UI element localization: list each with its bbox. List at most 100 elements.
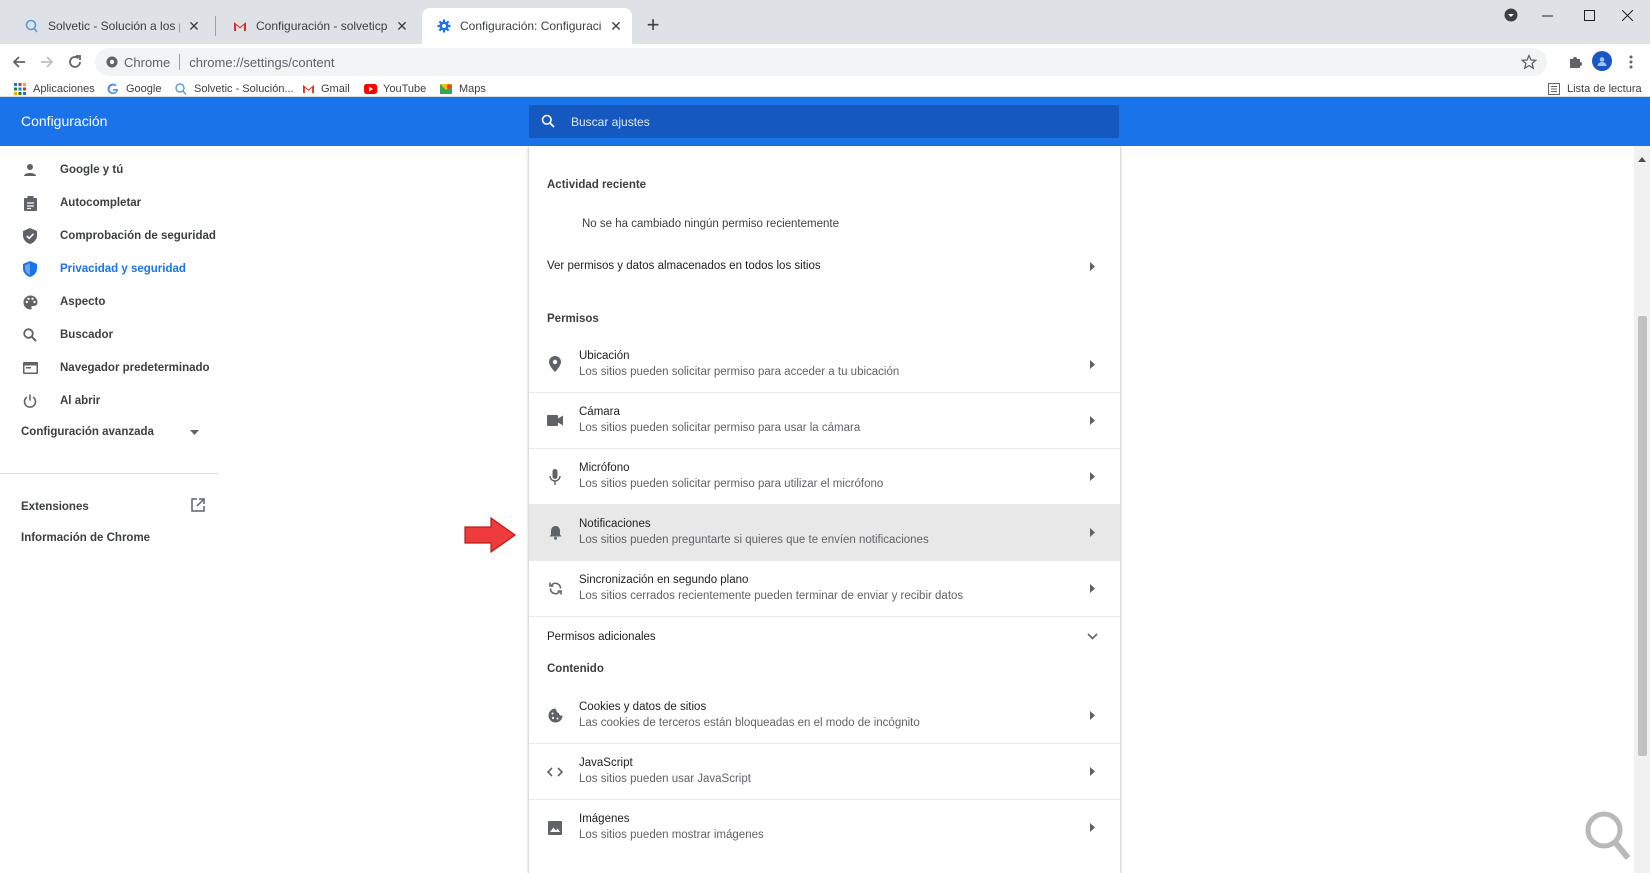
palette-icon <box>20 292 40 312</box>
permission-title: Ubicación <box>579 349 630 362</box>
tab-strip: Solvetic - Solución a los problem ✕ Conf… <box>0 0 1650 44</box>
divider <box>179 54 181 70</box>
bookmark-label: Aplicaciones <box>33 83 95 95</box>
permission-title: Cámara <box>579 406 620 418</box>
profile-avatar[interactable] <box>1592 51 1612 71</box>
address-bar[interactable]: Chrome chrome://settings/content <box>95 48 1547 76</box>
reading-list-icon <box>1547 82 1561 96</box>
bell-icon <box>545 523 565 543</box>
site-label: Chrome <box>124 54 171 70</box>
view-all-permissions-row[interactable]: Ver permisos y datos almacenados en todo… <box>529 246 1120 286</box>
permission-background-sync[interactable]: Sincronización en segundo plano Los siti… <box>529 560 1120 616</box>
open-external-icon <box>191 498 205 515</box>
sidebar-item-label: Autocompletar <box>60 197 142 209</box>
section-title-content: Contenido <box>547 663 604 675</box>
sidebar: Google y tú Autocompletar Comprobación d… <box>0 146 218 873</box>
url-text[interactable]: chrome://settings/content <box>189 55 334 70</box>
sidebar-item-label: Navegador predeterminado <box>60 362 210 374</box>
shield-check-icon <box>20 226 40 246</box>
back-arrow-icon[interactable] <box>5 48 33 76</box>
youtube-icon <box>363 82 377 96</box>
browser-icon <box>20 358 40 378</box>
settings-header: Configuración <box>0 97 1650 146</box>
sidebar-item-appearance[interactable]: Aspecto <box>0 285 218 319</box>
content-javascript[interactable]: JavaScript Los sitios pueden usar JavaSc… <box>529 743 1120 799</box>
caret-down-icon <box>190 426 199 438</box>
permission-desc: Los sitios pueden solicitar permiso para… <box>579 365 900 378</box>
divider <box>0 473 218 474</box>
location-pin-icon <box>545 354 565 374</box>
page-scrollbar[interactable] <box>1634 146 1650 873</box>
search-icon <box>541 114 557 130</box>
sidebar-item-safety-check[interactable]: Comprobación de seguridad <box>0 219 218 253</box>
sidebar-item-autofill[interactable]: Autocompletar <box>0 186 218 220</box>
permission-location[interactable]: Ubicación Los sitios pueden solicitar pe… <box>529 336 1120 392</box>
search-input[interactable] <box>569 113 1089 130</box>
scroll-up-arrow-icon[interactable] <box>1638 149 1646 167</box>
search-box[interactable] <box>529 105 1119 138</box>
clipboard-icon <box>20 193 40 213</box>
content-desc: Las cookies de terceros están bloqueadas… <box>579 716 920 729</box>
forward-arrow-icon[interactable] <box>33 48 61 76</box>
section-title-permissions: Permisos <box>547 313 599 325</box>
content-cookies[interactable]: Cookies y datos de sitios Las cookies de… <box>529 687 1120 743</box>
reload-icon[interactable] <box>61 48 89 76</box>
tab-gmail[interactable]: Configuración - solveticp3@gma ✕ <box>218 8 418 44</box>
content-title: Imágenes <box>579 813 630 825</box>
caret-right-icon <box>1082 818 1102 838</box>
caret-right-icon <box>1082 523 1102 543</box>
sidebar-about-chrome[interactable]: Información de Chrome <box>21 532 150 544</box>
bookmark-label: Solvetic - Solución... <box>194 83 294 95</box>
permission-notifications[interactable]: Notificaciones Los sitios pueden pregunt… <box>529 504 1120 560</box>
bookmark-star-icon[interactable] <box>1520 53 1538 70</box>
permission-desc: Los sitios pueden solicitar permiso para… <box>579 422 861 434</box>
content-images[interactable]: Imágenes Los sitios pueden mostrar imáge… <box>529 799 1120 855</box>
sidebar-item-default-browser[interactable]: Navegador predeterminado <box>0 351 218 385</box>
sidebar-item-on-startup[interactable]: Al abrir <box>0 384 218 418</box>
close-icon[interactable]: ✕ <box>394 18 410 34</box>
new-tab-button[interactable]: + <box>640 12 666 38</box>
bookmark-label: Maps <box>459 83 486 95</box>
permission-desc: Los sitios cerrados recientemente pueden… <box>579 590 964 602</box>
row-label: Permisos adicionales <box>547 630 656 643</box>
caret-right-icon <box>1082 256 1102 276</box>
reading-list-label: Lista de lectura <box>1567 83 1642 95</box>
permission-microphone[interactable]: Micrófono Los sitios pueden solicitar pe… <box>529 448 1120 504</box>
recent-empty-text: No se ha cambiado ningún permiso recient… <box>582 218 839 230</box>
google-icon <box>106 82 120 96</box>
more-menu-icon[interactable] <box>1617 48 1645 76</box>
bookmark-label: Gmail <box>321 83 350 95</box>
tab-title: Configuración: Configuración de <box>460 19 602 33</box>
sidebar-extensions[interactable]: Extensiones <box>21 498 205 515</box>
close-icon[interactable]: ✕ <box>608 18 624 34</box>
person-icon <box>20 160 40 180</box>
additional-permissions-row[interactable]: Permisos adicionales <box>529 616 1120 656</box>
extensions-puzzle-icon[interactable] <box>1561 48 1589 76</box>
sidebar-item-privacy[interactable]: Privacidad y seguridad <box>0 252 218 286</box>
tab-solvetic[interactable]: Solvetic - Solución a los problem ✕ <box>10 8 210 44</box>
permission-desc: Los sitios pueden preguntarte si quieres… <box>579 534 929 546</box>
permission-title: Sincronización en segundo plano <box>579 574 749 586</box>
camera-icon <box>545 411 565 431</box>
solvetic-watermark-icon <box>1585 811 1631 860</box>
tab-settings[interactable]: Configuración: Configuración de ✕ <box>422 8 632 44</box>
permission-camera[interactable]: Cámara Los sitios pueden solicitar permi… <box>529 392 1120 448</box>
solvetic-icon <box>174 82 188 96</box>
sidebar-item-google[interactable]: Google y tú <box>0 153 218 187</box>
scrollbar-thumb[interactable] <box>1638 316 1647 756</box>
close-icon[interactable]: ✕ <box>186 18 202 34</box>
shield-icon <box>20 259 40 279</box>
caret-right-icon <box>1082 411 1102 431</box>
caret-right-icon <box>1082 579 1102 599</box>
microphone-icon <box>545 467 565 487</box>
sidebar-item-label: Buscador <box>60 329 114 341</box>
sidebar-item-label: Extensiones <box>21 500 89 513</box>
sidebar-item-label: Comprobación de seguridad <box>60 230 216 242</box>
apps-grid-icon <box>13 82 27 96</box>
sidebar-item-label: Configuración avanzada <box>21 426 154 438</box>
chrome-site-icon <box>106 56 118 68</box>
sidebar-item-search-engine[interactable]: Buscador <box>0 318 218 352</box>
window-close-icon[interactable] <box>1604 0 1650 30</box>
minimize-icon[interactable] <box>1524 0 1570 30</box>
sidebar-advanced[interactable]: Configuración avanzada <box>21 426 199 438</box>
